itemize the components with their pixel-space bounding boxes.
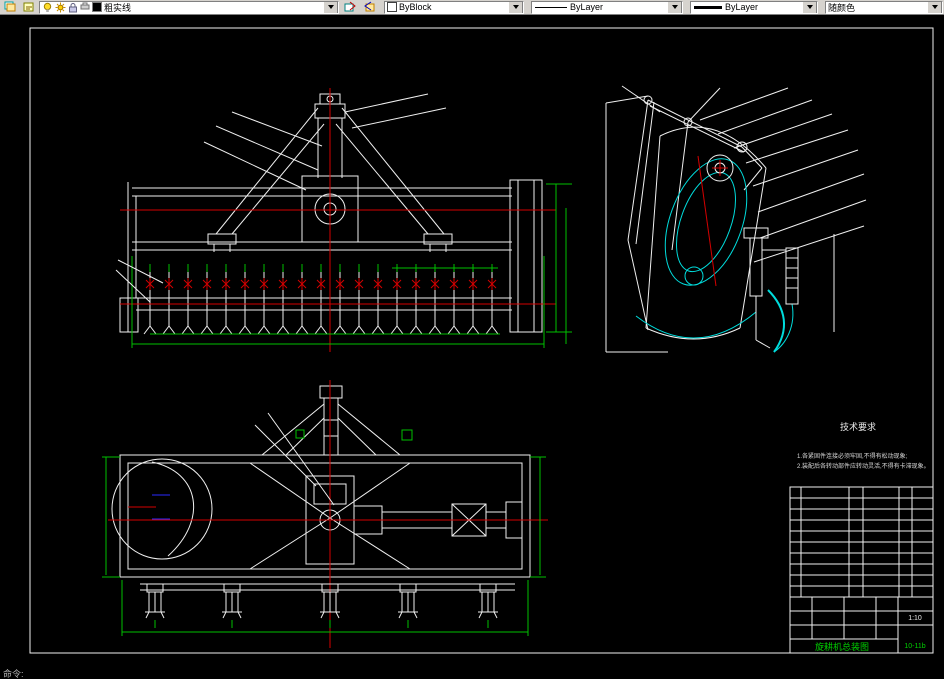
current-color: ByBlock <box>399 2 432 12</box>
bulb-icon <box>43 2 52 12</box>
current-linetype: ByLayer <box>570 2 604 12</box>
rotor-drum[interactable] <box>650 148 763 297</box>
current-layer-name: 粗实线 <box>104 2 132 13</box>
make-current-icon <box>344 1 356 12</box>
plan-view-leaders <box>255 413 334 505</box>
title-block-small-text <box>794 601 870 633</box>
tech-requirements-line1: 1.各紧固件连接必须牢固,不得有松动现象; <box>797 452 908 460</box>
tech-requirements-line2: 2.装配后各转动部件应转动灵活,不得有卡滞现象。 <box>797 462 930 470</box>
color-swatch <box>387 2 397 12</box>
plot-style-dropdown-arrow[interactable] <box>927 1 942 13</box>
lineweight-dropdown-arrow[interactable] <box>802 1 817 13</box>
make-object-layer-current-button[interactable] <box>341 0 358 14</box>
front-view-dimensions <box>132 184 572 348</box>
model-space-canvas[interactable]: 技术要求 1.各紧固件连接必须牢固,不得有松动现象; 2.装配后各转动部件应转动… <box>0 0 944 679</box>
layer-previous-button[interactable] <box>360 0 377 14</box>
side-view[interactable] <box>606 86 866 352</box>
title-block-scale: 1:10 <box>908 615 922 622</box>
linetype-sample-icon <box>535 6 567 8</box>
linetype-dropdown-arrow[interactable] <box>667 1 682 13</box>
plot-style-combobox[interactable]: 随颜色 <box>825 0 943 14</box>
layer-manager-button[interactable] <box>1 0 18 14</box>
tine-row-front[interactable] <box>143 263 499 335</box>
tech-requirements-title: 技术要求 <box>840 421 876 432</box>
layer-previous-icon <box>363 1 374 12</box>
layer-sheet-icon <box>23 2 33 12</box>
command-text: 命令: <box>3 668 24 679</box>
front-view[interactable] <box>116 88 572 352</box>
layer-states-button[interactable] <box>20 0 37 14</box>
title-block-drawing-number: 10-11b <box>904 643 925 650</box>
layers-properties-toolbar: 粗实线 ByBlock ByLayer ByLayer 随颜色 <box>0 0 944 15</box>
layer-combobox[interactable]: 粗实线 <box>39 0 339 14</box>
rear-share-blade[interactable] <box>768 290 784 352</box>
tine-clusters-plan[interactable] <box>144 583 499 629</box>
current-plot-style: 随颜色 <box>828 2 856 13</box>
lineweight-sample-icon <box>694 5 722 9</box>
depth-adjust-bracket[interactable] <box>786 248 798 304</box>
color-combobox[interactable]: ByBlock <box>384 0 524 14</box>
plot-icon <box>80 2 90 10</box>
bearing-block[interactable] <box>133 489 149 500</box>
technical-requirements[interactable]: 技术要求 1.各紧固件连接必须牢固,不得有松动现象; 2.装配后各转动部件应转动… <box>797 421 930 470</box>
linetype-combobox[interactable]: ByLayer <box>531 0 683 14</box>
sun-icon <box>55 2 66 12</box>
side-plate-front[interactable] <box>510 180 542 332</box>
title-block[interactable]: 1:10 旋耕机总装图 10-11b <box>790 487 933 653</box>
color-dropdown-arrow[interactable] <box>508 1 523 13</box>
title-block-drawing-name: 旋耕机总装图 <box>815 641 869 652</box>
current-lineweight: ByLayer <box>725 2 759 12</box>
plan-view[interactable] <box>102 380 548 648</box>
layers-icon <box>4 1 15 12</box>
layer-color-swatch <box>92 2 102 12</box>
lock-icon <box>69 2 77 12</box>
lineweight-combobox[interactable]: ByLayer <box>690 0 818 14</box>
layer-dropdown-arrow[interactable] <box>323 1 338 13</box>
